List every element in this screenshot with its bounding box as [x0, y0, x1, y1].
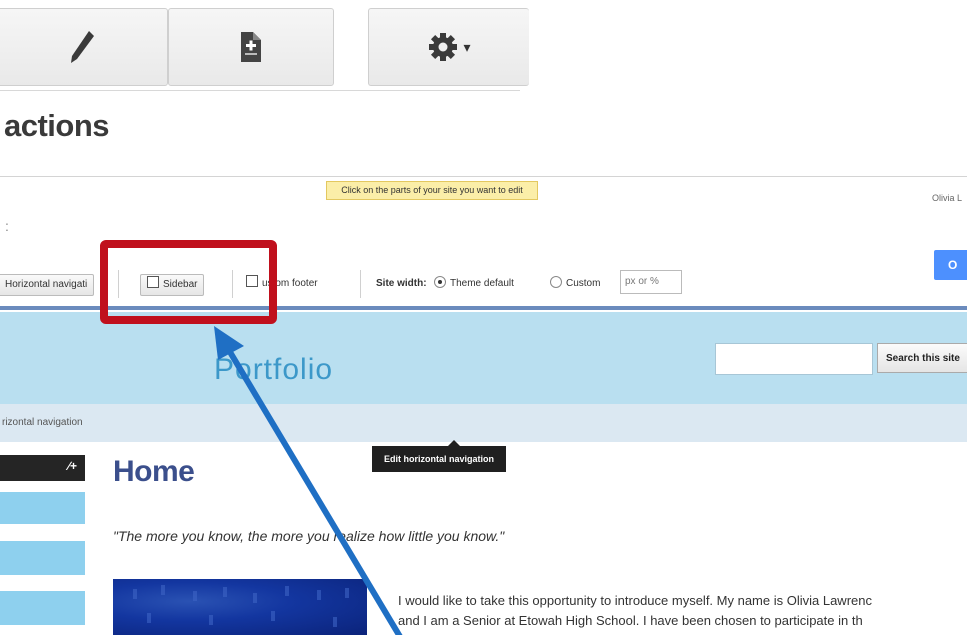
horizontal-navigation-text: rizontal navigation	[2, 417, 83, 428]
sidebar-header[interactable]: ∕+	[0, 455, 85, 481]
site-width-label: Site width:	[376, 278, 427, 289]
site-width-input[interactable]: px or %	[620, 270, 682, 294]
portfolio-photo	[113, 579, 367, 635]
new-page-button[interactable]	[168, 8, 334, 86]
pencil-icon	[71, 31, 94, 63]
radio-unselected-icon	[550, 276, 562, 288]
theme-default-label: Theme default	[450, 278, 514, 289]
new-page-icon	[241, 32, 261, 62]
edit-hint-tooltip: Click on the parts of your site you want…	[326, 181, 538, 200]
edit-page-button[interactable]	[0, 8, 168, 86]
site-width-input-wrap: px or %	[620, 270, 682, 294]
intro-paragraph: I would like to take this opportunity to…	[398, 591, 967, 631]
intro-line: and I am a Senior at Etowah High School.…	[398, 613, 863, 628]
sidebar-highlight-box	[100, 240, 277, 324]
sidebar-item[interactable]	[0, 492, 85, 524]
radio-selected-icon	[434, 276, 446, 288]
chevron-down-icon: ▾	[463, 38, 471, 55]
horizontal-navigation-toggle[interactable]: Horizontal navigati	[0, 274, 95, 296]
editor-frame-border	[0, 176, 967, 177]
site-search-input[interactable]	[715, 343, 873, 375]
custom-width-option[interactable]: Custom	[546, 274, 600, 294]
custom-label: Custom	[566, 278, 601, 289]
user-name: Olivia L	[932, 193, 963, 203]
edit-navigation-tooltip: Edit horizontal navigation	[372, 440, 506, 472]
more-actions-button[interactable]: ▾	[368, 8, 529, 86]
gear-icon	[429, 33, 458, 61]
sidebar-item[interactable]	[0, 541, 85, 575]
theme-default-option[interactable]: Theme default	[430, 274, 514, 294]
section-title: actions	[4, 108, 110, 143]
truncated-label: :	[5, 218, 9, 234]
divider	[360, 270, 361, 298]
site-title[interactable]: Portfolio	[214, 353, 333, 387]
page-heading: Home	[113, 455, 195, 488]
toolbar-divider	[0, 90, 520, 91]
sidebar-item[interactable]	[0, 591, 85, 625]
intro-line: I would like to take this opportunity to…	[398, 593, 872, 608]
sidebar-edit-icon[interactable]: ∕+	[68, 459, 77, 473]
horizontal-navigation-area[interactable]	[0, 404, 967, 442]
horizontal-navigation-label: Horizontal navigati	[5, 279, 88, 290]
page-quote: "The more you know, the more you realize…	[113, 528, 505, 544]
search-site-button[interactable]: Search this site	[877, 343, 967, 373]
